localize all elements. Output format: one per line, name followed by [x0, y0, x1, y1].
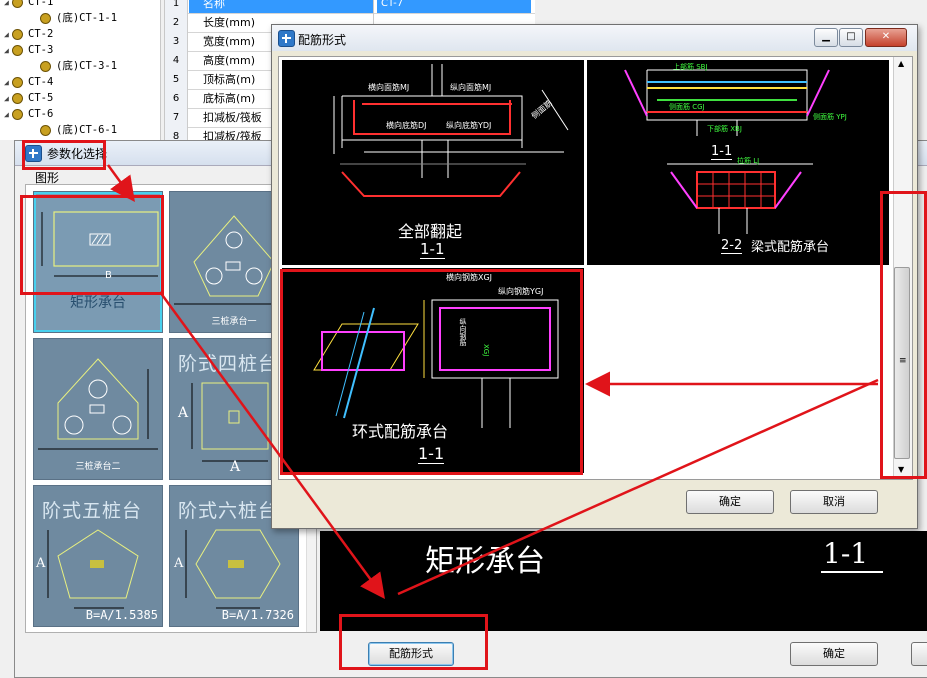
annotation-arrow [397, 378, 879, 596]
annotation-arrow [106, 164, 135, 203]
annotation-arrows [106, 164, 879, 600]
annotation-arrow [158, 291, 385, 600]
